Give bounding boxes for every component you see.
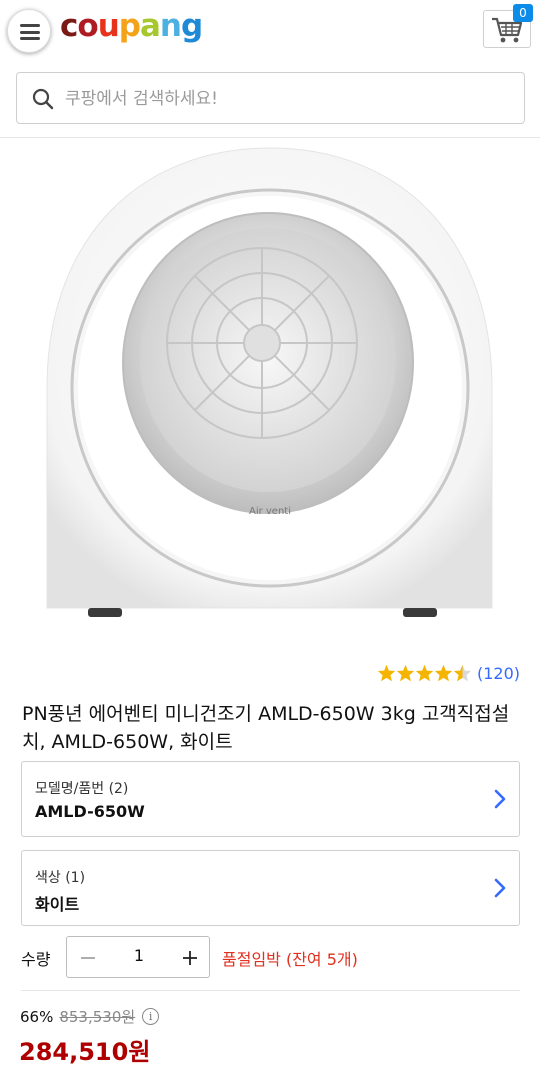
rating-count[interactable]: (120) [477, 664, 520, 683]
option-color-selector[interactable]: 색상 (1) 화이트 [21, 850, 520, 926]
star-icon [434, 664, 453, 682]
logo-letter: o [77, 8, 98, 44]
option-value: 화이트 [35, 895, 80, 914]
option-label: 모델명/품번 (2) [35, 781, 129, 797]
dryer-illustration: Air venti [46, 147, 493, 617]
sale-price: 284,510원 [19, 1038, 151, 1066]
product-image[interactable]: Air venti [0, 138, 540, 638]
star-icon [377, 664, 396, 682]
hamburger-icon-line [20, 30, 40, 34]
logo-letter: p [118, 8, 141, 44]
cart-count-badge: 0 [513, 4, 533, 22]
info-icon[interactable]: i [142, 1008, 160, 1025]
hamburger-icon-line [20, 37, 40, 40]
logo-letter: a [139, 8, 161, 44]
logo-letter: g [180, 8, 203, 44]
original-price: 853,530원 [59, 1008, 136, 1026]
star-icon [415, 664, 434, 682]
rating-stars [377, 664, 472, 682]
logo-letter: c [60, 8, 78, 44]
logo-letter: u [97, 8, 120, 44]
star-icon [396, 664, 415, 682]
menu-button[interactable] [7, 9, 51, 53]
option-value: AMLD-650W [35, 802, 145, 821]
logo-letter: n [159, 8, 182, 44]
search-bar[interactable] [16, 72, 525, 124]
chevron-right-icon [494, 878, 506, 898]
search-input[interactable] [65, 85, 505, 113]
section-divider [21, 990, 520, 991]
discount-rate: 66% [20, 1007, 54, 1026]
product-rating[interactable]: (120) [377, 662, 520, 684]
option-label: 색상 (1) [35, 870, 86, 886]
product-title: PN풍년 에어벤티 미니건조기 AMLD-650W 3kg 고객직접설치, AM… [22, 703, 510, 753]
chevron-right-icon [494, 789, 506, 809]
header: coupang 0 [0, 0, 540, 62]
minus-icon[interactable] [77, 947, 99, 969]
search-icon [32, 88, 54, 110]
quantity-value[interactable]: 1 [111, 946, 167, 965]
option-model-selector[interactable]: 모델명/품번 (2) AMLD-650W [21, 761, 520, 837]
quantity-label: 수량 [21, 950, 51, 969]
quantity-stepper[interactable]: 1 [66, 936, 210, 978]
brand-text: Air venti [249, 506, 291, 517]
discount-row: 66% 853,530원 i [20, 1006, 160, 1027]
plus-icon[interactable] [179, 947, 201, 969]
coupang-logo[interactable]: coupang [60, 8, 203, 44]
stock-warning: 품절임박 (잔여 5개) [222, 950, 358, 969]
star-icon [453, 664, 472, 682]
hamburger-icon [20, 24, 40, 27]
